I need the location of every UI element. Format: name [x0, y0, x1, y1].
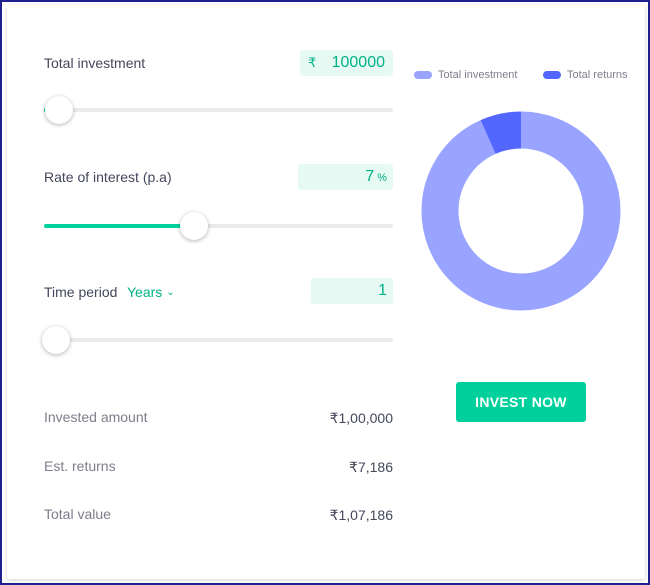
- percent-unit: %: [377, 172, 387, 184]
- total-value-value: ₹1,07,186: [329, 507, 393, 523]
- investment-input[interactable]: ₹ 100000: [300, 50, 393, 76]
- legend-returns: Total returns: [543, 69, 628, 81]
- interest-slider-track[interactable]: [44, 212, 393, 240]
- interest-slider-thumb[interactable]: [180, 212, 208, 240]
- period-unit-selected: Years: [127, 284, 163, 300]
- period-slider-track[interactable]: [42, 326, 393, 354]
- legend-invested-label: Total investment: [438, 69, 518, 81]
- interest-value: 7: [365, 168, 375, 185]
- returns-donut-chart: [421, 111, 621, 311]
- rupee-icon: ₹: [308, 55, 317, 70]
- invested-amount-value: ₹1,00,000: [329, 410, 393, 426]
- interest-input[interactable]: 7 %: [298, 164, 393, 190]
- investment-value: 100000: [331, 54, 385, 71]
- calculator-card: Total investment ₹ 100000 Rate of intere…: [7, 5, 645, 579]
- investment-slider-track[interactable]: [44, 96, 393, 124]
- period-slider-thumb[interactable]: [42, 326, 70, 354]
- investment-label: Total investment: [44, 55, 146, 71]
- invest-now-button[interactable]: INVEST NOW: [456, 382, 586, 422]
- chevron-down-icon: ⌄: [166, 286, 175, 298]
- donut-segment-invested: [421, 111, 621, 311]
- period-label: Time period: [44, 284, 118, 300]
- est-returns-value: ₹7,186: [349, 459, 393, 475]
- period-input[interactable]: 1: [311, 278, 393, 304]
- legend-invested: Total investment: [414, 69, 517, 81]
- legend-returns-swatch: [543, 71, 561, 79]
- est-returns-label: Est. returns: [44, 458, 116, 474]
- investment-slider-thumb[interactable]: [45, 96, 73, 124]
- total-value-label: Total value: [44, 506, 111, 522]
- interest-slider-fill: [44, 224, 194, 228]
- legend-returns-label: Total returns: [567, 69, 628, 81]
- period-unit-dropdown[interactable]: Years ⌄: [127, 284, 175, 300]
- window-frame: Total investment ₹ 100000 Rate of intere…: [0, 0, 650, 585]
- legend-invested-swatch: [414, 71, 432, 79]
- interest-label: Rate of interest (p.a): [44, 169, 172, 185]
- invested-amount-label: Invested amount: [44, 409, 148, 425]
- period-value: 1: [378, 282, 387, 299]
